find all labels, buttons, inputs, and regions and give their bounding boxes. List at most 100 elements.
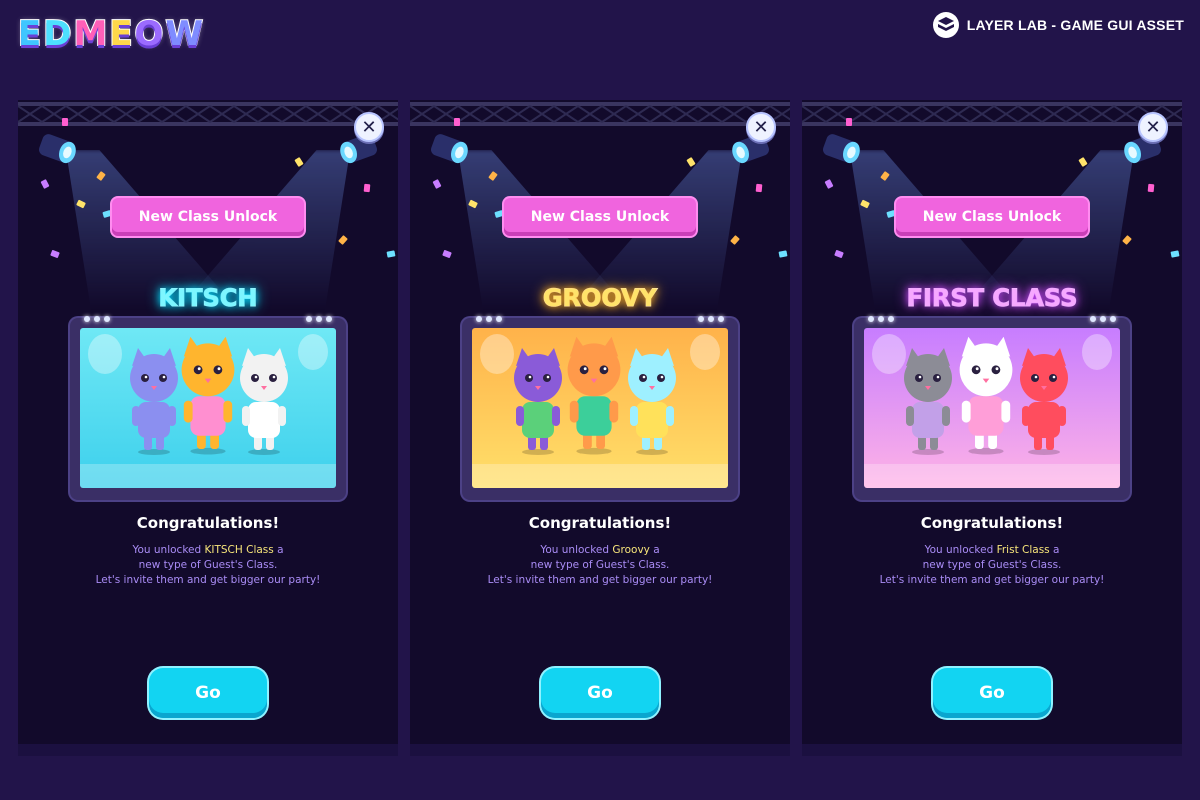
desc-text: Let's invite them and get bigger our par… — [879, 574, 1105, 586]
confetti-piece — [338, 235, 348, 245]
congratulations-heading: Congratulations! — [136, 514, 280, 532]
class-preview-image — [80, 328, 336, 488]
go-button-label: Go — [979, 683, 1005, 703]
class-title: KITSCH — [158, 284, 258, 313]
panel-footer — [18, 744, 398, 756]
cat-character — [130, 348, 178, 455]
class-unlock-panel: ✕ New Class Unlock GROOVY Congratulation… — [410, 100, 790, 756]
confetti-piece — [755, 183, 763, 193]
cat-character — [514, 348, 562, 455]
stage-truss — [18, 102, 398, 126]
go-button-label: Go — [587, 683, 613, 703]
confetti-piece — [294, 157, 304, 167]
close-button[interactable]: ✕ — [1138, 112, 1168, 142]
screen-lights — [698, 316, 724, 322]
panel-footer — [802, 744, 1182, 756]
new-class-unlock-ribbon: New Class Unlock — [504, 198, 696, 236]
go-button[interactable]: Go — [933, 668, 1051, 718]
screen-lights — [306, 316, 332, 322]
confetti-piece — [62, 118, 68, 126]
stage-truss — [410, 102, 790, 126]
confetti-piece — [363, 183, 371, 193]
confetti-piece — [1122, 235, 1132, 245]
new-class-unlock-ribbon: New Class Unlock — [112, 198, 304, 236]
confetti-piece — [730, 235, 740, 245]
class-name-highlight: Groovy — [612, 544, 650, 556]
screen-lights — [84, 316, 110, 322]
class-unlock-panel: ✕ New Class Unlock FIRST CLASS Congratul… — [802, 100, 1182, 756]
desc-text: new type of Guest's Class. — [138, 559, 278, 571]
class-preview-image — [864, 328, 1120, 488]
desc-text: Let's invite them and get bigger our par… — [95, 574, 321, 586]
desc-text: a — [649, 544, 660, 556]
confetti-piece — [442, 249, 452, 259]
go-button[interactable]: Go — [541, 668, 659, 718]
confetti-piece — [1170, 250, 1180, 258]
class-title: GROOVY — [542, 284, 658, 313]
screen-lights — [868, 316, 894, 322]
cat-character — [904, 348, 952, 455]
desc-text: Let's invite them and get bigger our par… — [487, 574, 713, 586]
desc-text: You unlocked — [132, 544, 205, 556]
balloon-icon — [690, 334, 720, 370]
logo-letter: E — [17, 13, 43, 55]
balloon-icon — [298, 334, 328, 370]
go-button[interactable]: Go — [149, 668, 267, 718]
unlock-description: You unlocked Frist Class a new type of G… — [802, 543, 1182, 588]
close-button[interactable]: ✕ — [354, 112, 384, 142]
class-preview-screen — [462, 316, 738, 500]
close-icon: ✕ — [361, 116, 377, 138]
close-icon: ✕ — [1145, 116, 1161, 138]
desc-text: new type of Guest's Class. — [922, 559, 1062, 571]
logo-letter: E — [108, 13, 134, 55]
class-preview-screen — [854, 316, 1130, 500]
layer-lab-logo-icon — [932, 12, 959, 38]
desc-text: a — [1049, 544, 1060, 556]
confetti-piece — [778, 250, 788, 258]
confetti-piece — [1078, 157, 1088, 167]
ribbon-label: New Class Unlock — [138, 209, 278, 225]
screen-lights — [476, 316, 502, 322]
confetti-piece — [432, 179, 442, 189]
balloon-icon — [88, 334, 122, 374]
logo-letter: O — [134, 13, 165, 55]
desc-text: You unlocked — [924, 544, 997, 556]
confetti-piece — [846, 118, 852, 126]
go-button-label: Go — [195, 683, 221, 703]
close-icon: ✕ — [753, 116, 769, 138]
stage-truss — [802, 102, 1182, 126]
screen-lights — [1090, 316, 1116, 322]
class-unlock-panel: ✕ New Class Unlock KITSCH Congratulation… — [18, 100, 398, 756]
class-preview-screen — [70, 316, 346, 500]
brand-label: LAYER LAB - GAME GUI ASSET — [966, 17, 1184, 33]
class-title: FIRST CLASS — [906, 284, 1078, 313]
ribbon-label: New Class Unlock — [530, 209, 670, 225]
logo-letter: M — [72, 13, 109, 55]
new-class-unlock-ribbon: New Class Unlock — [896, 198, 1088, 236]
logo-letter: W — [164, 13, 204, 55]
confetti-piece — [386, 250, 396, 258]
confetti-piece — [824, 179, 834, 189]
desc-text: You unlocked — [540, 544, 613, 556]
balloon-icon — [1082, 334, 1112, 370]
ribbon-label: New Class Unlock — [922, 209, 1062, 225]
unlock-description: You unlocked KITSCH Class a new type of … — [18, 543, 398, 588]
cat-character — [959, 336, 1013, 455]
logo-letter: D — [42, 13, 73, 55]
confetti-piece — [834, 249, 844, 259]
unlock-description: You unlocked Groovy a new type of Guest'… — [410, 543, 790, 588]
close-button[interactable]: ✕ — [746, 112, 776, 142]
desc-text: new type of Guest's Class. — [530, 559, 670, 571]
cat-character — [181, 336, 235, 455]
cat-character — [240, 348, 288, 455]
class-name-highlight: Frist Class — [996, 544, 1050, 556]
balloon-icon — [480, 334, 514, 374]
confetti-piece — [50, 249, 60, 259]
panel-footer — [410, 744, 790, 756]
congratulations-heading: Congratulations! — [528, 514, 672, 532]
brand-header: LAYER LAB - GAME GUI ASSET — [932, 12, 1184, 38]
congratulations-heading: Congratulations! — [920, 514, 1064, 532]
cat-character — [628, 348, 676, 455]
class-preview-image — [472, 328, 728, 488]
edmeow-logo: E D M E O W — [17, 13, 204, 55]
